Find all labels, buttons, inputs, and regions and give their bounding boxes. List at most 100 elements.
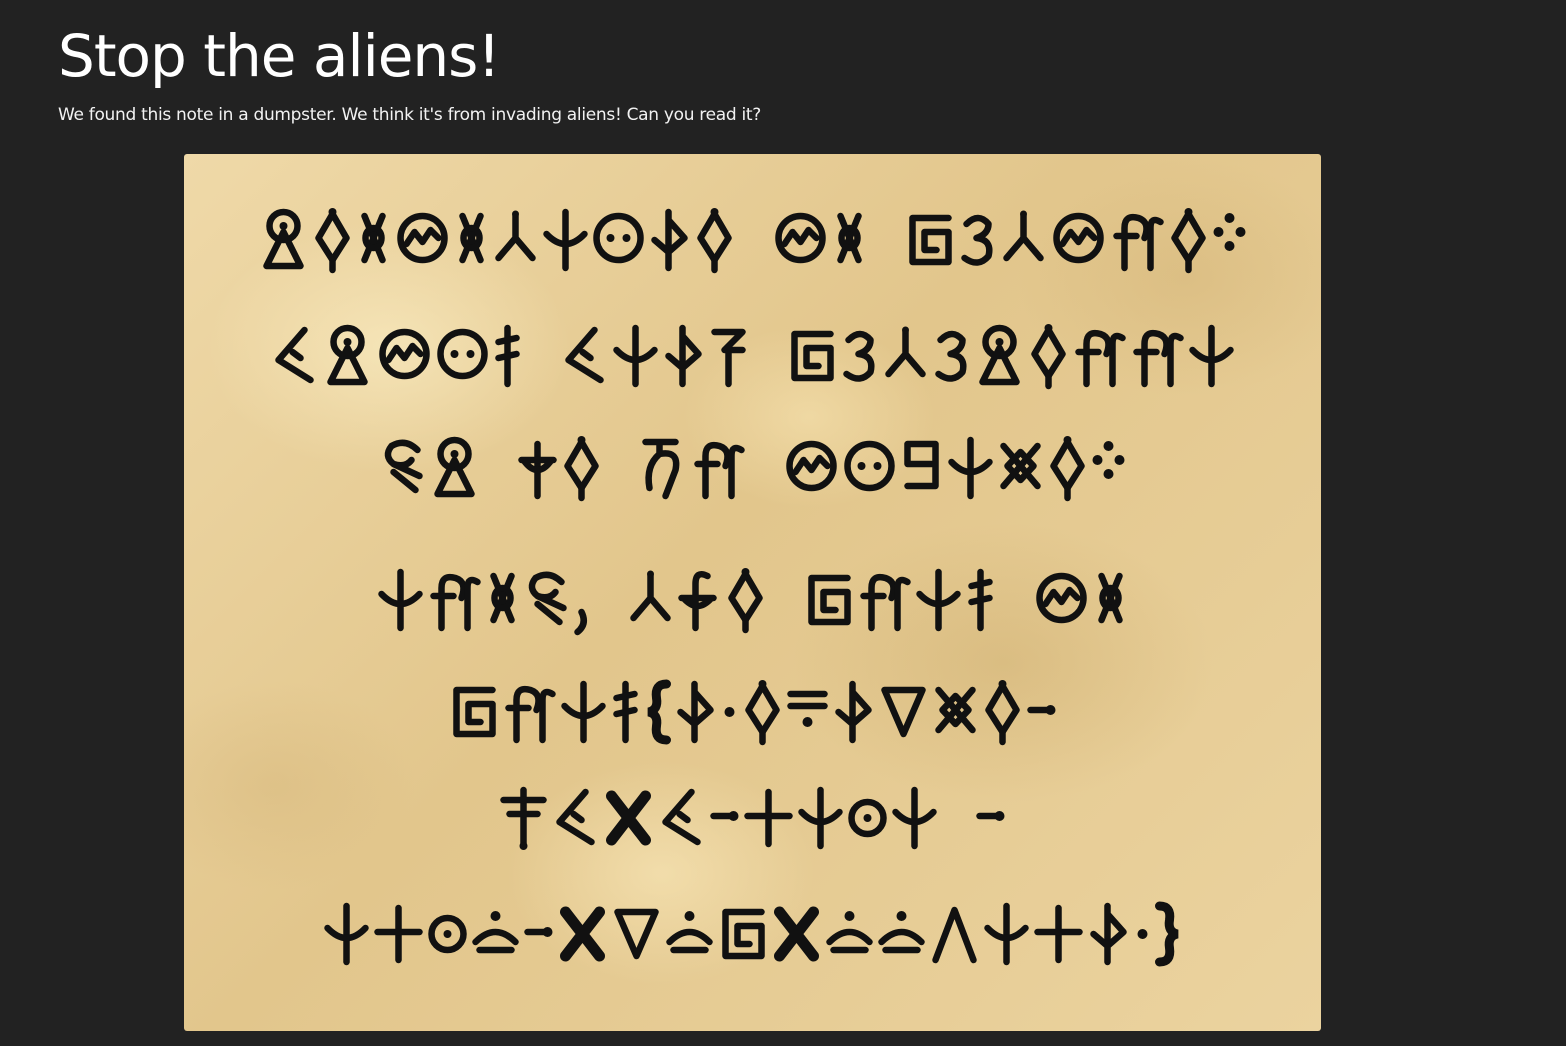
- glyph-middle-dot-icon: [1137, 929, 1148, 939]
- glyph-twist-eye-icon: [490, 572, 515, 624]
- glyph-x-mark-icon: [606, 790, 651, 846]
- glyph-curl-rune-icon: [528, 571, 567, 626]
- glyph-diamond-pin-icon: [564, 436, 599, 502]
- glyph-lozenge-x-icon: [935, 686, 976, 734]
- note-line-6: [500, 786, 1005, 850]
- glyph-anchor-down-icon: [543, 208, 588, 272]
- glyph-hook-anchor-icon: [678, 571, 717, 632]
- glyph-script-three-icon: [935, 330, 967, 382]
- glyph-double-hook-icon: [1133, 329, 1184, 388]
- glyph-diamond-pin-icon: [1171, 208, 1206, 274]
- glyph-lambda-open-icon: [932, 906, 977, 964]
- glyph-circle-dot-icon: [844, 440, 895, 492]
- glyph-arc-dot-icon: [666, 911, 713, 954]
- glyph-dash-dot-icon: [1027, 705, 1056, 715]
- glyph-plus-cross-icon: [744, 788, 793, 848]
- glyph-twist-eye-icon: [837, 212, 862, 264]
- glyph-lambda-bar-icon: [662, 788, 701, 846]
- glyph-arc-dot-icon: [472, 911, 519, 954]
- glyph-ticked-stem-icon: [495, 324, 520, 388]
- glyph-comma-icon: [574, 608, 587, 636]
- glyph-plus-cross-icon: [1034, 904, 1083, 964]
- glyph-anchor-down-icon: [798, 786, 843, 850]
- glyph-arc-dot-icon: [878, 911, 925, 954]
- glyph-dash-dot-icon: [976, 811, 1005, 821]
- glyph-omega-rune-icon: [434, 436, 475, 498]
- glyph-circle-zigzag-icon: [786, 440, 837, 492]
- glyph-double-hook-icon: [860, 573, 911, 632]
- glyph-curl-rune-icon: [384, 439, 423, 494]
- glyph-twist-eye-icon: [1098, 572, 1123, 624]
- page-title: Stop the aliens!: [58, 22, 501, 90]
- glyph-circle-zigzag-icon: [397, 212, 448, 264]
- note-line-7: [324, 901, 1179, 967]
- glyph-anchor-down-icon: [892, 786, 937, 850]
- glyph-flag-hook-icon: [665, 324, 702, 388]
- glyph-flag-hook-icon: [835, 680, 872, 744]
- glyph-double-hook-icon: [694, 441, 745, 500]
- glyph-square-hook-icon: [904, 440, 939, 490]
- glyph-flag-hook-icon: [1090, 902, 1127, 966]
- glyph-anchor-down-icon: [378, 568, 423, 632]
- glyph-square-spiral-icon: [722, 908, 765, 960]
- glyph-diamond-pin-icon: [985, 680, 1020, 746]
- glyph-anchor-down-icon: [561, 680, 606, 744]
- glyph-double-hook-icon: [1113, 213, 1164, 272]
- glyph-middle-dot-icon: [724, 707, 735, 717]
- glyph-four-dots-icon: [1092, 441, 1125, 479]
- glyph-circle-ring-icon: [428, 914, 467, 954]
- glyph-double-hook-icon: [1075, 329, 1126, 388]
- glyph-anchor-down-icon: [916, 568, 961, 632]
- glyph-script-three-icon: [843, 330, 875, 382]
- glyph-four-dots-icon: [1213, 213, 1246, 251]
- glyph-square-spiral-icon: [791, 330, 834, 382]
- glyph-anchor-down-icon: [613, 324, 658, 388]
- glyph-branch-y-icon: [885, 326, 926, 378]
- glyph-omega-rune-icon: [263, 208, 304, 270]
- glyph-diamond-pin-icon: [728, 568, 763, 634]
- glyph-arc-dot-icon: [826, 911, 873, 954]
- glyph-square-spiral-icon: [909, 214, 952, 266]
- intro-text: We found this note in a dumpster. We thi…: [58, 105, 761, 125]
- glyph-omega-rune-icon: [979, 324, 1020, 386]
- glyph-lambda-bar-icon: [565, 326, 604, 384]
- glyph-diamond-pin-icon: [1031, 324, 1066, 390]
- glyph-circle-dot-icon: [593, 212, 644, 264]
- glyph-branch-y-icon: [1003, 210, 1044, 262]
- glyph-diamond-pin-icon: [745, 680, 780, 746]
- note-line-4: [378, 568, 1123, 636]
- glyph-branch-y-icon: [495, 210, 536, 262]
- glyph-twist-eye-icon: [361, 212, 386, 264]
- glyph-flag-hook-icon: [677, 680, 714, 744]
- note-line-2: [275, 324, 1234, 390]
- glyph-diamond-pin-icon: [697, 208, 732, 274]
- glyph-circle-ring-icon: [848, 798, 887, 838]
- glyph-anchor-down-icon: [1189, 324, 1234, 388]
- glyph-anchor-down-icon: [948, 436, 993, 500]
- glyph-circle-dot-icon: [437, 328, 488, 380]
- glyph-x-mark-icon: [774, 906, 819, 962]
- glyph-diamond-pin-icon: [315, 208, 350, 274]
- glyph-plus-cross-icon: [374, 904, 423, 964]
- glyph-flag-hook-icon: [651, 208, 688, 272]
- glyph-flag-arrow-icon: [711, 328, 746, 388]
- glyph-dash-dot-icon: [524, 927, 553, 937]
- glyph-ticked-stem-icon: [968, 568, 993, 632]
- glyph-omega-rune-icon: [327, 324, 368, 386]
- glyph-double-hook-icon: [505, 685, 556, 744]
- glyph-lambda-bar-icon: [556, 788, 595, 846]
- glyph-twist-eye-icon: [459, 212, 484, 264]
- glyph-double-cross-icon: [500, 786, 547, 850]
- glyph-circle-zigzag-icon: [1053, 212, 1104, 264]
- glyph-cross-anchor-icon: [518, 440, 557, 500]
- glyph-x-mark-icon: [560, 906, 605, 962]
- glyph-ticked-stem-icon: [613, 680, 638, 744]
- glyph-brace-close-icon: [1155, 901, 1179, 967]
- alien-note: [184, 154, 1321, 1031]
- glyph-dash-dot-icon: [710, 811, 739, 821]
- glyph-triangle-down-icon: [881, 686, 926, 738]
- glyph-circle-zigzag-icon: [379, 328, 430, 380]
- glyph-script-three-icon: [961, 214, 993, 266]
- glyph-triangle-down-icon: [614, 908, 659, 960]
- glyph-circle-zigzag-icon: [775, 212, 826, 264]
